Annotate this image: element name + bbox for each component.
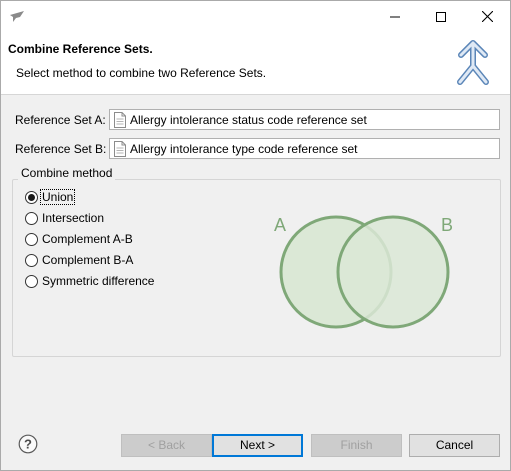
wizard-window: Combine Reference Sets. Select method to… — [0, 0, 511, 471]
radio-label: Symmetric difference — [42, 274, 155, 288]
wizard-header: Combine Reference Sets. Select method to… — [1, 32, 510, 95]
reference-set-a-field[interactable]: Allergy intolerance status code referenc… — [109, 109, 500, 130]
title-bar — [1, 1, 510, 32]
cancel-button[interactable]: Cancel — [409, 434, 500, 457]
radio-label: Union — [39, 189, 76, 205]
minimize-button[interactable] — [372, 1, 418, 32]
reference-set-b-label: Reference Set B: — [15, 142, 107, 156]
reference-set-b-value: Allergy intolerance type code reference … — [130, 142, 358, 156]
radio-union[interactable]: Union — [25, 189, 76, 205]
page-description: Select method to combine two Reference S… — [16, 66, 267, 80]
radio-complement-a-b[interactable]: Complement A-B — [25, 231, 134, 247]
radio-label: Complement B-A — [42, 253, 134, 267]
set-a-label: A — [274, 215, 286, 235]
reference-set-a-label: Reference Set A: — [15, 113, 106, 127]
combine-method-label: Combine method — [18, 166, 116, 180]
radio-intersection[interactable]: Intersection — [25, 210, 105, 226]
close-button[interactable] — [464, 1, 510, 32]
back-button[interactable]: < Back — [121, 434, 212, 457]
radio-button[interactable] — [25, 190, 38, 204]
page-title: Combine Reference Sets. — [8, 42, 153, 56]
maximize-icon — [436, 11, 446, 22]
radio-complement-b-a[interactable]: Complement B-A — [25, 252, 134, 268]
svg-text:?: ? — [24, 437, 32, 452]
app-icon — [10, 11, 24, 22]
venn-diagram: A B — [274, 215, 453, 329]
reference-set-b-field[interactable]: Allergy intolerance type code reference … — [109, 138, 500, 159]
set-b-label: B — [441, 215, 453, 235]
minimize-icon — [390, 16, 400, 17]
radio-label: Intersection — [42, 211, 105, 225]
close-icon — [481, 11, 493, 22]
radio-label: Complement A-B — [42, 232, 133, 246]
merge-arrows-icon — [457, 40, 489, 85]
radio-button[interactable] — [25, 211, 38, 225]
radio-button[interactable] — [25, 232, 38, 246]
document-icon — [114, 112, 126, 128]
set-b-circle — [336, 215, 450, 329]
reference-set-a-value: Allergy intolerance status code referenc… — [130, 113, 367, 127]
radio-symmetric-difference[interactable]: Symmetric difference — [25, 273, 155, 289]
finish-button[interactable]: Finish — [311, 434, 402, 457]
radio-button[interactable] — [25, 253, 38, 267]
help-icon[interactable]: ? — [18, 434, 38, 454]
document-icon — [114, 141, 126, 157]
next-button[interactable]: Next > — [212, 434, 303, 457]
radio-button[interactable] — [25, 274, 38, 288]
maximize-button[interactable] — [418, 1, 464, 32]
